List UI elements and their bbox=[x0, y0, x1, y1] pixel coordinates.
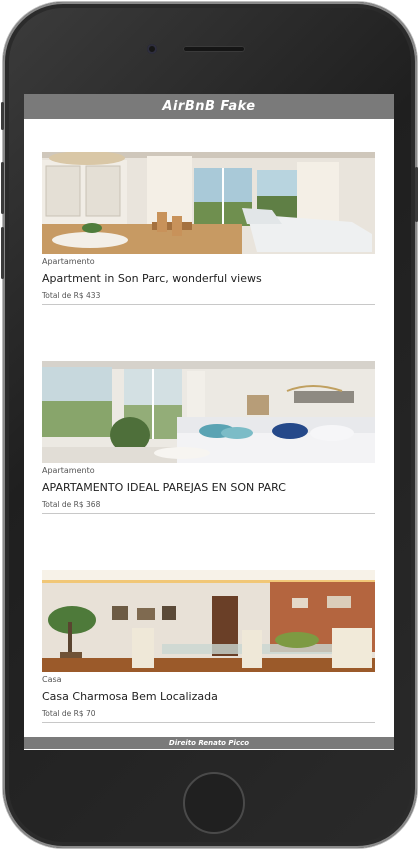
living-room-photo[interactable] bbox=[42, 152, 375, 254]
volume-down-button bbox=[1, 227, 4, 279]
front-camera-icon bbox=[147, 44, 157, 54]
speaker-grille bbox=[183, 46, 245, 52]
listing-card[interactable]: Apartamento APARTAMENTO IDEAL PAREJAS EN… bbox=[42, 361, 375, 514]
home-button[interactable] bbox=[183, 772, 245, 834]
footer-text: Direito Renato Picco bbox=[168, 739, 250, 747]
app-footer: Direito Renato Picco bbox=[24, 737, 394, 749]
listing-price: Total de R$ 368 bbox=[42, 500, 375, 514]
listing-type: Apartamento bbox=[42, 257, 95, 266]
listing-type: Apartamento bbox=[42, 466, 95, 475]
sofa-room-photo[interactable] bbox=[42, 361, 375, 463]
listing-title[interactable]: Apartment in Son Parc, wonderful views bbox=[42, 272, 375, 285]
listing-title[interactable]: Casa Charmosa Bem Localizada bbox=[42, 690, 375, 703]
power-button bbox=[415, 167, 418, 222]
app-header: AirBnB Fake bbox=[24, 94, 394, 119]
app-screen: AirBnB Fake Apartamento Apartment in Son… bbox=[24, 94, 394, 750]
listing-card[interactable]: Casa Casa Charmosa Bem Localizada Total … bbox=[42, 570, 375, 723]
listing-price: Total de R$ 70 bbox=[42, 709, 375, 723]
listing-card[interactable]: Apartamento Apartment in Son Parc, wonde… bbox=[42, 152, 375, 305]
dining-room-photo[interactable] bbox=[42, 570, 375, 672]
listing-price: Total de R$ 433 bbox=[42, 291, 375, 305]
volume-up-button bbox=[1, 162, 4, 214]
app-title: AirBnB Fake bbox=[162, 99, 256, 114]
listing-type: Casa bbox=[42, 675, 62, 684]
mute-switch bbox=[1, 102, 4, 130]
listing-title[interactable]: APARTAMENTO IDEAL PAREJAS EN SON PARC bbox=[42, 481, 375, 494]
